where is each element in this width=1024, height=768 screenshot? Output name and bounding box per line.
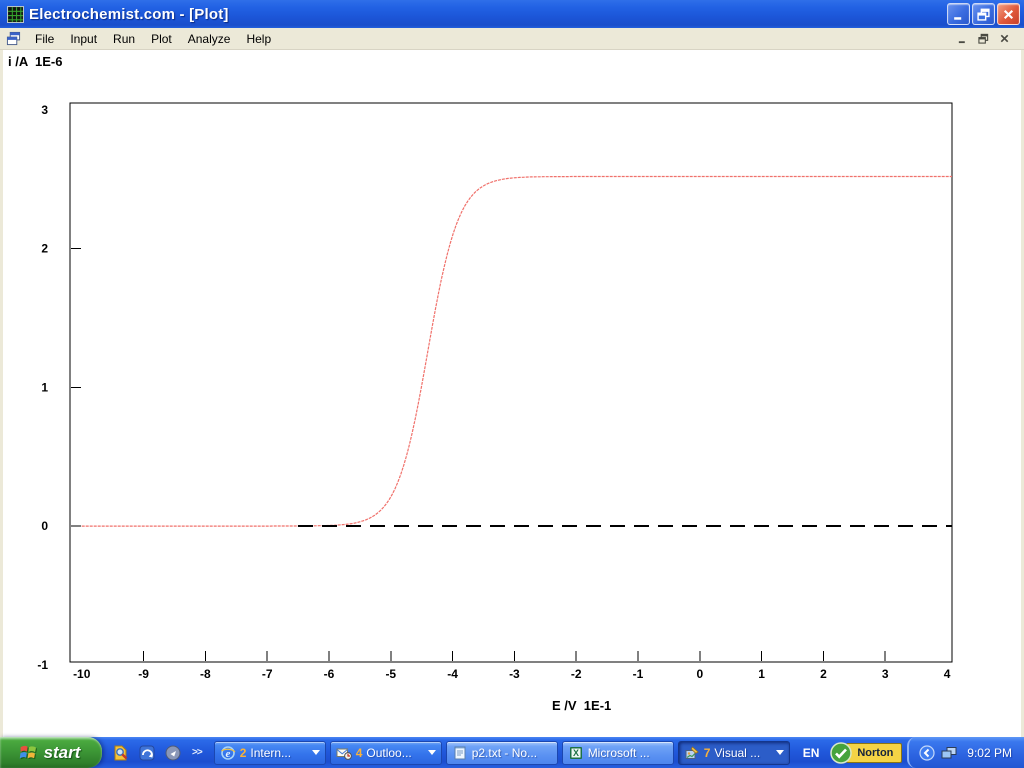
start-label: start — [44, 743, 85, 763]
x-tick-label: 3 — [882, 667, 889, 681]
x-tick-label: -9 — [138, 667, 149, 681]
y-tick-label: 2 — [41, 242, 48, 256]
window-group-count: 2 — [240, 746, 247, 760]
window-title: Electrochemist.com - [Plot] — [29, 6, 229, 23]
window-group-count: 7 — [704, 746, 711, 760]
windows-flag-icon — [18, 742, 39, 763]
x-axis-title: E /V 1E-1 — [552, 698, 611, 713]
x-tick-label: 4 — [944, 667, 951, 681]
task-button-notepad[interactable]: p2.txt - No... — [446, 741, 558, 765]
task-button-label: Microsoft ... — [588, 746, 668, 760]
menu-bar: File Input Run Plot Analyze Help — [0, 28, 1024, 50]
x-tick-label: 1 — [758, 667, 765, 681]
x-tick-label: -7 — [262, 667, 273, 681]
x-tick-label: 2 — [820, 667, 827, 681]
group-dropdown-caret[interactable] — [776, 750, 784, 755]
menu-analyze[interactable]: Analyze — [180, 29, 239, 49]
notepad-icon — [452, 745, 468, 761]
messenger-icon[interactable] — [138, 744, 156, 762]
taskbar: start — [0, 737, 1024, 768]
start-button[interactable]: start — [0, 737, 102, 768]
x-tick-label: -6 — [324, 667, 335, 681]
excel-icon: X — [568, 745, 584, 761]
minimize-button[interactable] — [947, 3, 970, 25]
desktop-screen: Electrochemist.com - [Plot] — [0, 0, 1024, 768]
visual-studio-icon — [684, 745, 700, 761]
y-tick-label: -1 — [37, 658, 48, 672]
hide-icons-chevron[interactable] — [919, 745, 935, 761]
group-dropdown-caret[interactable] — [428, 750, 436, 755]
clock[interactable]: 9:02 PM — [963, 746, 1012, 760]
task-button-label: p2.txt - No... — [472, 746, 552, 760]
x-tick-label: -5 — [385, 667, 396, 681]
task-button-internet-explorer[interactable]: e2Intern... — [214, 741, 326, 765]
language-indicator[interactable]: EN — [794, 746, 829, 760]
quick-launch-bar: >> — [102, 744, 210, 762]
voltammogram-curve — [82, 177, 952, 527]
task-button-label: Visual ... — [714, 746, 769, 760]
close-button[interactable] — [997, 3, 1020, 25]
task-button-label: Intern... — [250, 746, 305, 760]
task-button-outlook[interactable]: 4Outloo... — [330, 741, 442, 765]
menu-run[interactable]: Run — [105, 29, 143, 49]
restore-button[interactable] — [972, 3, 995, 25]
outlook-icon — [336, 745, 352, 761]
menu-file[interactable]: File — [27, 29, 62, 49]
norton-label: Norton — [857, 747, 893, 759]
task-button-label: Outloo... — [366, 746, 421, 760]
norton-check-icon — [830, 742, 852, 764]
x-tick-label: -1 — [633, 667, 644, 681]
group-dropdown-caret[interactable] — [312, 750, 320, 755]
network-monitors-icon[interactable] — [941, 745, 957, 761]
task-button-area: e2Intern...4Outloo...p2.txt - No...XMicr… — [210, 741, 790, 765]
x-tick-label: -4 — [447, 667, 458, 681]
svg-text:X: X — [573, 748, 579, 758]
mdi-child-icon[interactable] — [6, 31, 21, 46]
plot-client-area: i /A 1E-6 -10-9-8-7-6-5-4-3-2-101234-101… — [0, 50, 1024, 737]
x-tick-label: -8 — [200, 667, 211, 681]
menu-plot[interactable]: Plot — [143, 29, 180, 49]
mdi-minimize-button[interactable] — [955, 32, 970, 45]
task-button-visual-studio[interactable]: 7Visual ... — [678, 741, 790, 765]
title-bar: Electrochemist.com - [Plot] — [0, 0, 1024, 28]
app-icon[interactable] — [7, 6, 24, 23]
mdi-close-button[interactable] — [997, 32, 1012, 45]
system-tray: 9:02 PM — [907, 737, 1024, 768]
y-tick-label: 0 — [41, 519, 48, 533]
x-tick-label: 0 — [696, 667, 703, 681]
y-tick-label: 3 — [41, 103, 48, 117]
x-tick-label: -2 — [571, 667, 582, 681]
mdi-restore-button[interactable] — [976, 32, 991, 45]
x-tick-label: -3 — [509, 667, 520, 681]
internet-explorer-icon: e — [220, 745, 236, 761]
media-player-icon[interactable] — [164, 744, 182, 762]
search-document-icon[interactable] — [112, 744, 130, 762]
window-group-count: 4 — [356, 746, 363, 760]
norton-antivirus-badge[interactable]: Norton — [830, 742, 902, 764]
y-tick-label: 1 — [41, 380, 48, 394]
x-tick-label: -10 — [73, 667, 91, 681]
task-button-excel[interactable]: X Microsoft ... — [562, 741, 674, 765]
menu-help[interactable]: Help — [238, 29, 279, 49]
voltammogram-chart: -10-9-8-7-6-5-4-3-2-101234-10123 — [0, 50, 1024, 737]
menu-input[interactable]: Input — [62, 29, 105, 49]
quick-launch-overflow-chevron[interactable]: >> — [190, 747, 202, 758]
